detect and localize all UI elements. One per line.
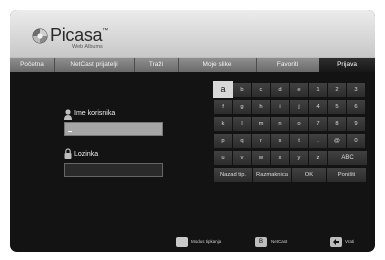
header: Picasa™ Web Albums xyxy=(10,10,375,57)
picasa-pinwheel-icon xyxy=(32,28,48,44)
key-8[interactable]: 8 xyxy=(328,117,346,131)
tv-screen: Picasa™ Web Albums Početna NetCast prija… xyxy=(10,10,375,252)
key-at[interactable]: @ xyxy=(328,134,346,148)
space-button[interactable]: Razmaknica xyxy=(253,168,291,182)
username-label: Ime korisnika xyxy=(74,110,116,117)
key-r[interactable]: r xyxy=(252,134,270,148)
yellow-button-icon xyxy=(176,237,188,247)
key-d[interactable]: d xyxy=(271,83,289,97)
login-panel: Ime korisnika Lozinka xyxy=(64,106,174,206)
back-arrow-icon xyxy=(330,237,342,247)
key-x[interactable]: x xyxy=(271,151,289,165)
password-label: Lozinka xyxy=(74,151,99,158)
lock-icon xyxy=(64,148,72,159)
key-i[interactable]: i xyxy=(271,100,289,114)
logo-wordmark: Picasa™ xyxy=(50,25,108,45)
key-f[interactable]: f xyxy=(214,100,232,114)
key-1[interactable]: 1 xyxy=(309,83,327,97)
text-cursor xyxy=(68,131,72,132)
tab-moje-slike[interactable]: Moje slike xyxy=(178,58,257,72)
key-a[interactable]: a xyxy=(213,81,233,98)
key-9[interactable]: 9 xyxy=(347,117,365,131)
key-4[interactable]: 4 xyxy=(309,100,327,114)
key-abc[interactable]: ABC xyxy=(328,151,367,165)
key-3[interactable]: 3 xyxy=(347,83,365,97)
key-t[interactable]: t xyxy=(290,134,308,148)
backspace-button[interactable]: Nazad tip. xyxy=(214,168,252,182)
user-icon xyxy=(64,109,72,120)
key-k[interactable]: k xyxy=(214,117,232,131)
key-c[interactable]: c xyxy=(252,83,270,97)
tab-prijava[interactable]: Prijava xyxy=(319,58,375,72)
tab-pocetna[interactable]: Početna xyxy=(10,58,55,72)
key-o[interactable]: o xyxy=(290,117,308,131)
tab-trazi[interactable]: Traži xyxy=(134,58,179,72)
footer-hints: Modus tipkanja B NetCast Vrati xyxy=(10,234,375,252)
key-v[interactable]: v xyxy=(233,151,251,165)
key-s[interactable]: s xyxy=(271,134,289,148)
cancel-button[interactable]: Poništi xyxy=(327,168,366,182)
key-q[interactable]: q xyxy=(233,134,251,148)
key-h[interactable]: h xyxy=(252,100,270,114)
key-5[interactable]: 5 xyxy=(328,100,346,114)
key-period[interactable]: . xyxy=(309,134,327,148)
b-button-icon: B xyxy=(255,237,267,247)
key-b[interactable]: b xyxy=(233,83,251,97)
key-n[interactable]: n xyxy=(271,117,289,131)
key-e[interactable]: e xyxy=(290,83,308,97)
key-y[interactable]: y xyxy=(290,151,308,165)
tab-favoriti[interactable]: Favoriti xyxy=(256,58,320,72)
key-w[interactable]: w xyxy=(252,151,270,165)
logo-subtitle: Web Albums xyxy=(72,44,103,50)
ok-button[interactable]: OK xyxy=(292,168,326,182)
key-z[interactable]: z xyxy=(309,151,327,165)
tab-bar: Početna NetCast prijatelji Traži Moje sl… xyxy=(10,57,375,72)
key-p[interactable]: p xyxy=(214,134,232,148)
key-6[interactable]: 6 xyxy=(347,100,365,114)
username-field[interactable] xyxy=(64,122,163,136)
tab-netcast-prijatelji[interactable]: NetCast prijatelji xyxy=(54,58,135,72)
key-0[interactable]: 0 xyxy=(347,134,365,148)
key-2[interactable]: 2 xyxy=(328,83,346,97)
key-g[interactable]: g xyxy=(233,100,251,114)
key-u[interactable]: u xyxy=(214,151,232,165)
key-l[interactable]: l xyxy=(233,117,251,131)
password-field[interactable] xyxy=(64,163,163,177)
key-m[interactable]: m xyxy=(252,117,270,131)
key-j[interactable]: j xyxy=(290,100,308,114)
key-7[interactable]: 7 xyxy=(309,117,327,131)
